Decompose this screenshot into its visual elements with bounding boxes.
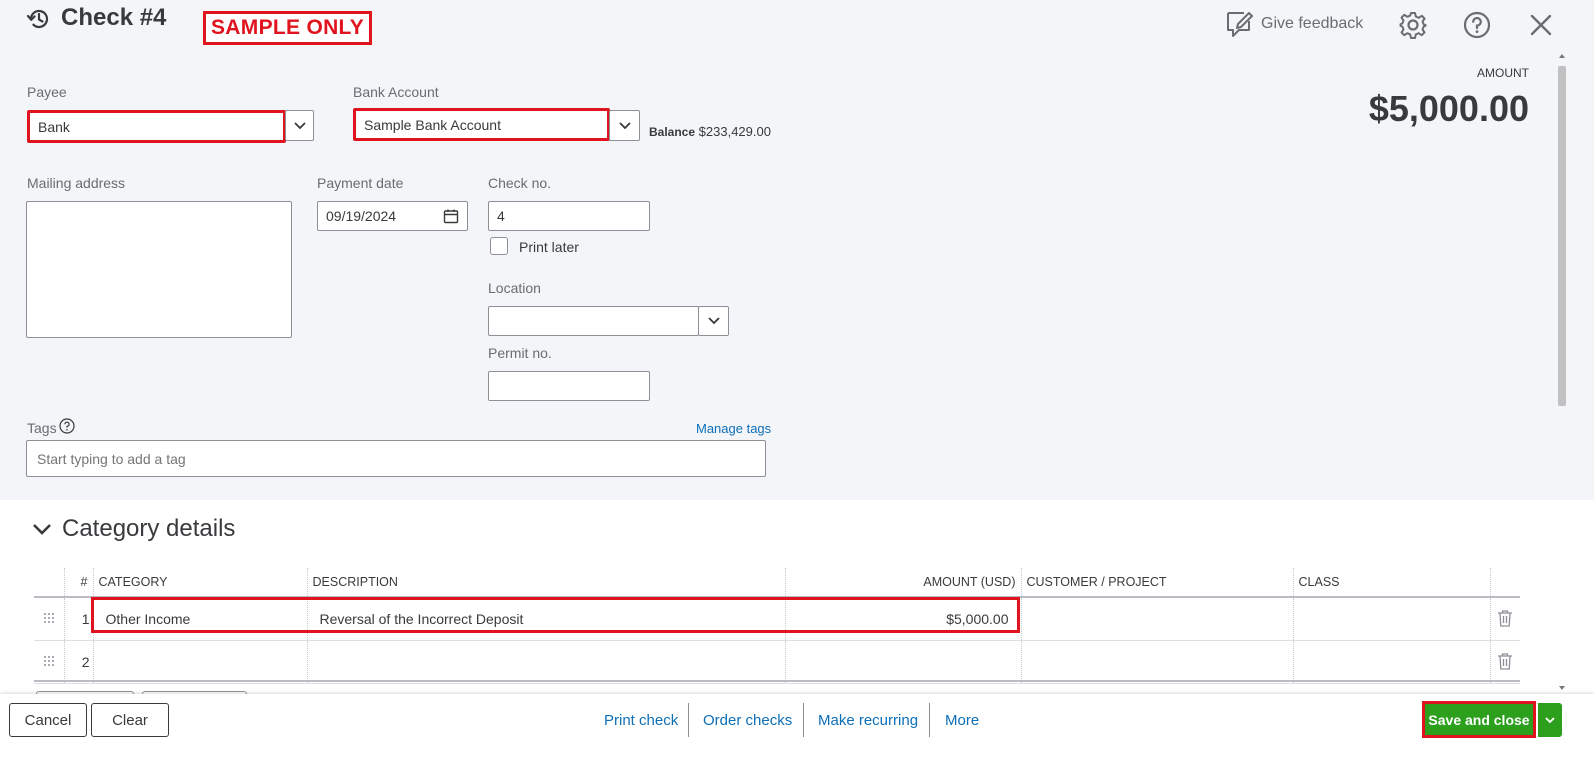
bank-account-label: Bank Account [353,84,439,100]
mailing-address-textarea[interactable] [26,201,292,338]
payment-date-value: 09/19/2024 [326,208,397,224]
permit-no-field[interactable] [488,371,650,401]
category-cell[interactable] [93,640,308,684]
close-icon[interactable] [1527,11,1555,39]
payment-date-field[interactable]: 09/19/2024 [317,201,468,231]
sample-only-badge: SAMPLE ONLY [203,11,373,45]
balance-display: Balance $233,429.00 [649,124,771,139]
description-cell[interactable] [307,640,786,684]
column-header-class: CLASS [1293,568,1491,598]
print-later-label: Print later [519,239,579,255]
save-options-dropdown-button[interactable] [1538,703,1562,737]
delete-row-button[interactable] [1490,640,1520,684]
collapse-chevron-icon[interactable] [30,519,54,541]
history-icon[interactable] [25,5,53,33]
amount-label: AMOUNT [1477,66,1529,80]
make-recurring-link[interactable]: Make recurring [818,712,918,729]
amount-cell[interactable] [785,640,1022,684]
location-dropdown-button[interactable] [698,306,729,336]
delete-row-button[interactable] [1490,597,1520,641]
check-no-label: Check no. [488,175,552,191]
payee-label: Payee [27,84,67,100]
payee-field[interactable]: Bank [27,110,286,143]
class-cell[interactable] [1293,597,1491,641]
table-header-row: # CATEGORY DESCRIPTION AMOUNT (USD) CUST… [34,568,1520,598]
bank-account-value: Sample Bank Account [364,116,501,133]
column-header-description: DESCRIPTION [307,568,786,598]
save-and-close-button[interactable]: Save and close [1422,701,1536,738]
tags-label: Tags [27,420,57,436]
amount-value: $5,000.00 [1368,88,1529,129]
drag-handle-icon[interactable] [34,597,65,641]
table-row[interactable]: 2 [34,640,1520,684]
row-number: 2 [64,640,94,684]
permit-no-label: Permit no. [488,345,552,361]
customer-project-cell[interactable] [1021,597,1294,641]
footer-divider [688,703,689,737]
drag-handle-icon[interactable] [34,640,65,684]
location-label: Location [488,280,541,296]
table-bottom-border [34,680,1520,682]
feedback-icon [1225,9,1253,39]
column-header-category: CATEGORY [93,568,308,598]
delete-column-header [1490,568,1520,598]
give-feedback-button[interactable]: Give feedback [1225,8,1363,40]
description-cell[interactable]: Reversal of the Incorrect Deposit [307,597,786,641]
scrollbar[interactable] [1556,52,1568,692]
footer-divider [803,703,804,737]
footer-divider [929,703,930,737]
chevron-down-icon [293,121,306,129]
print-later-checkbox[interactable] [490,237,508,255]
clear-button[interactable]: Clear [91,703,169,737]
table-row[interactable]: 1 Other Income Reversal of the Incorrect… [34,597,1520,641]
more-link[interactable]: More [945,712,979,729]
chevron-down-icon [707,317,720,325]
scroll-down-arrow-icon[interactable] [1559,686,1565,690]
amount-cell[interactable]: $5,000.00 [785,597,1022,641]
footer-bar [0,694,1594,761]
trash-icon [1498,609,1513,627]
location-field[interactable] [488,306,699,336]
bank-account-dropdown-button[interactable] [609,110,640,141]
class-cell[interactable] [1293,640,1491,684]
category-table: # CATEGORY DESCRIPTION AMOUNT (USD) CUST… [34,568,1520,684]
column-header-customer-project: CUSTOMER / PROJECT [1021,568,1294,598]
column-header-number: # [64,568,94,598]
payee-value: Bank [38,118,70,135]
help-icon[interactable] [1462,10,1492,40]
print-check-link[interactable]: Print check [604,712,678,729]
payment-date-label: Payment date [317,175,404,191]
scroll-up-arrow-icon[interactable] [1559,54,1565,58]
customer-project-cell[interactable] [1021,640,1294,684]
calendar-icon[interactable] [443,208,459,224]
trash-icon [1498,652,1513,670]
balance-label: Balance [649,125,696,139]
balance-value: $233,429.00 [698,124,771,139]
order-checks-link[interactable]: Order checks [703,712,792,729]
row-number: 1 [64,597,94,641]
manage-tags-link[interactable]: Manage tags [696,421,771,436]
mailing-address-label: Mailing address [27,175,126,191]
page-title: Check #4 [61,4,167,31]
gear-icon[interactable] [1398,10,1428,40]
chevron-down-icon [1545,717,1555,724]
give-feedback-label: Give feedback [1261,15,1364,32]
drag-column-header [34,568,65,598]
column-header-amount: AMOUNT (USD) [785,568,1022,598]
check-no-value: 4 [497,208,505,224]
category-details-title: Category details [62,515,236,542]
chevron-down-icon [618,121,631,129]
tags-input[interactable] [26,440,766,477]
scrollbar-thumb[interactable] [1558,66,1566,406]
check-no-field[interactable]: 4 [488,201,650,231]
cancel-button[interactable]: Cancel [9,703,87,737]
tags-help-icon[interactable] [59,418,75,434]
category-cell[interactable]: Other Income [93,597,308,641]
bank-account-field[interactable]: Sample Bank Account [353,108,610,141]
save-and-close-label: Save and close [1428,711,1530,728]
payee-dropdown-button[interactable] [285,110,314,141]
